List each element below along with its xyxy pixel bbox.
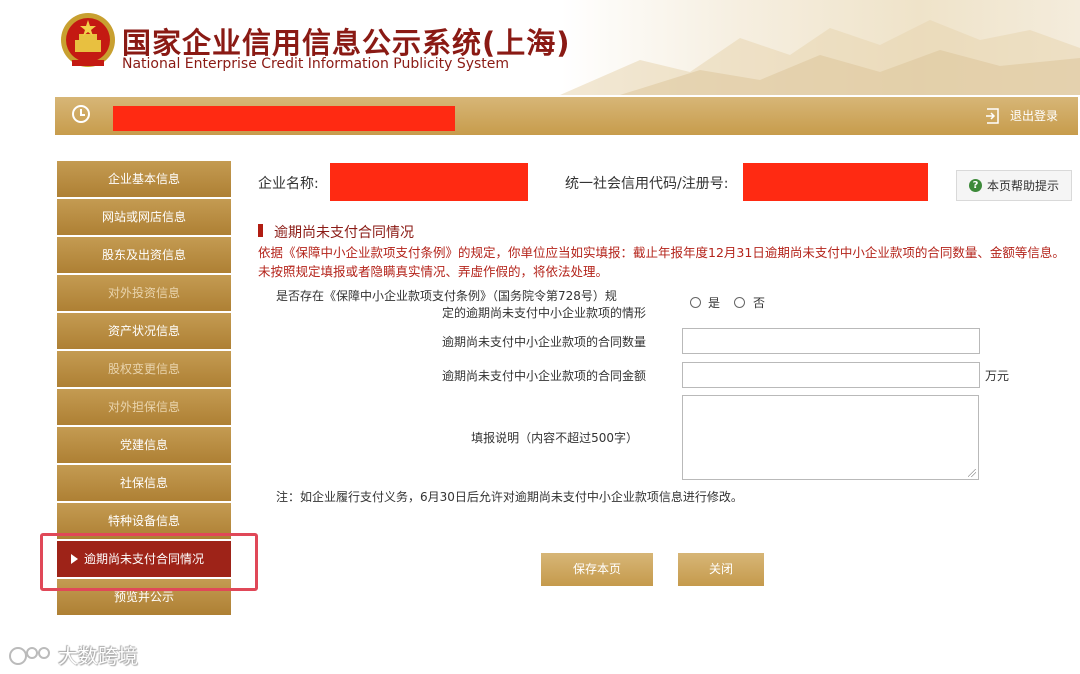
sidebar-item-assets[interactable]: 资产状况信息 <box>57 313 231 349</box>
sidebar-item-label: 资产状况信息 <box>107 324 180 338</box>
watermark: 大数跨境 <box>8 640 138 669</box>
national-emblem-icon <box>61 13 115 67</box>
question-icon: ? <box>968 179 982 192</box>
redaction-block <box>330 163 528 201</box>
watermark-text: 大数跨境 <box>58 644 138 668</box>
radio-no[interactable] <box>734 297 745 308</box>
redaction-block <box>113 106 455 131</box>
radio-yes-label: 是 <box>708 296 721 310</box>
site-header: 国家企业信用信息公示系统(上海) National Enterprise Cre… <box>0 0 1080 95</box>
amount-input[interactable] <box>682 362 980 388</box>
highlight-annotation <box>40 533 258 591</box>
sidebar-item-label: 网站或网店信息 <box>101 210 186 224</box>
section-marker <box>258 224 263 237</box>
redaction-block <box>743 163 928 201</box>
question-line-1: 是否存在《保障中小企业款项支付条例》（国务院令第728号）规 <box>276 289 617 303</box>
help-button[interactable]: ? 本页帮助提示 <box>956 170 1072 201</box>
section-title: 逾期尚未支付合同情况 <box>274 225 414 241</box>
sidebar-item-label: 股权变更信息 <box>107 362 180 376</box>
sidebar-item-label: 社保信息 <box>119 476 168 490</box>
sidebar-item-basic-info[interactable]: 企业基本信息 <box>57 161 231 197</box>
logout-label: 退出登录 <box>1009 109 1058 123</box>
sidebar-item-label: 对外投资信息 <box>107 286 180 300</box>
description-textarea[interactable] <box>682 395 979 480</box>
question-line-2: 定的逾期尚未支付中小企业款项的情形 <box>441 306 646 320</box>
sidebar-item-label: 党建信息 <box>119 438 168 452</box>
sidebar-item-social-security[interactable]: 社保信息 <box>57 465 231 501</box>
sidebar-item-guarantee[interactable]: 对外担保信息 <box>57 389 231 425</box>
radio-yes[interactable] <box>690 297 701 308</box>
footnote-text: 注：如企业履行支付义务，6月30日后允许对逾期尚未支付中小企业款项信息进行修改。 <box>276 490 743 504</box>
sidebar-item-equity-change[interactable]: 股权变更信息 <box>57 351 231 387</box>
sidebar-item-label: 对外担保信息 <box>107 400 180 414</box>
user-bar: 退出登录 <box>55 97 1078 135</box>
credit-code-label: 统一社会信用代码/注册号: <box>565 176 729 192</box>
resize-handle-icon[interactable] <box>968 469 976 477</box>
site-subtitle: National Enterprise Credit Information P… <box>122 56 510 72</box>
notice-text: 依据《保障中小企业款项支付条例》的规定，你单位应当如实填报：截止年报年度12月3… <box>258 245 1065 279</box>
logout-icon <box>985 107 999 124</box>
count-input[interactable] <box>682 328 980 354</box>
sidebar-item-label: 预览并公示 <box>113 590 174 604</box>
sidebar-item-shareholders[interactable]: 股东及出资信息 <box>57 237 231 273</box>
clock-icon <box>72 105 90 123</box>
sidebar-item-party[interactable]: 党建信息 <box>57 427 231 463</box>
sidebar-item-label: 企业基本信息 <box>107 172 180 186</box>
sidebar-item-label: 特种设备信息 <box>107 514 180 528</box>
description-label: 填报说明（内容不超过500字） <box>471 431 638 445</box>
count-label: 逾期尚未支付中小企业款项的合同数量 <box>441 335 646 349</box>
sidebar-item-label: 股东及出资信息 <box>101 248 186 262</box>
close-button[interactable]: 关闭 <box>678 553 764 586</box>
logout-button[interactable]: 退出登录 <box>985 107 1058 124</box>
save-button[interactable]: 保存本页 <box>541 553 653 586</box>
watermark-logo-icon <box>9 646 50 665</box>
sidebar-item-website[interactable]: 网站或网店信息 <box>57 199 231 235</box>
radio-no-label: 否 <box>753 296 766 310</box>
amount-label: 逾期尚未支付中小企业款项的合同金额 <box>441 369 646 383</box>
sidebar-item-investment[interactable]: 对外投资信息 <box>57 275 231 311</box>
company-name-label: 企业名称: <box>258 176 319 192</box>
amount-unit: 万元 <box>985 369 1010 383</box>
help-label: 本页帮助提示 <box>986 179 1059 193</box>
